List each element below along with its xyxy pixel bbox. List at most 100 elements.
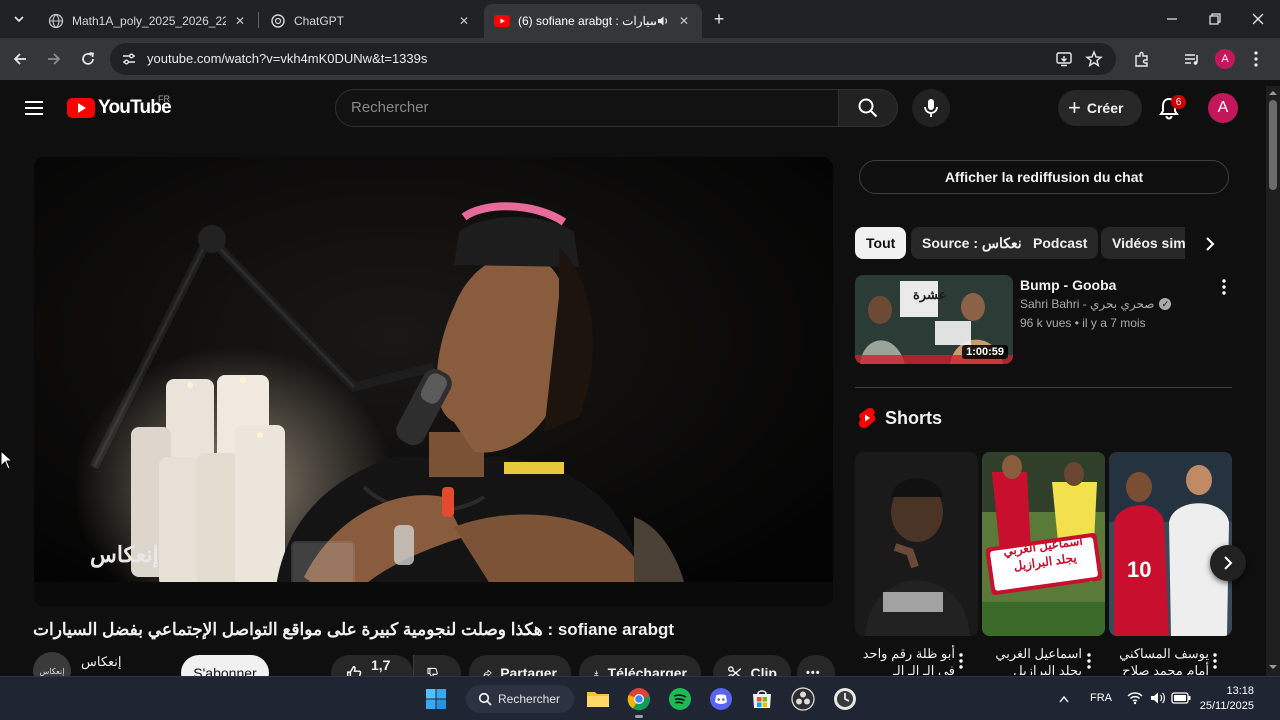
thumbnail-text: عشرة	[913, 287, 947, 302]
clock-time: 13:18	[1226, 685, 1254, 697]
tab-title: ChatGPT	[294, 14, 345, 28]
restore-icon[interactable]	[1204, 8, 1226, 30]
short-card-2[interactable]: اسماعيل الغربي يجلد البرازيل	[982, 452, 1105, 636]
shorts-title: Shorts	[885, 407, 943, 428]
section-divider	[855, 387, 1232, 388]
short-card-1[interactable]	[855, 452, 978, 636]
create-button[interactable]: + Créer	[1058, 90, 1142, 126]
youtube-logo[interactable]: YouTube	[67, 97, 172, 119]
taskbar-search[interactable]: Rechercher	[466, 685, 574, 713]
chrome-menu-icon[interactable]	[1245, 48, 1267, 70]
account-avatar[interactable]: A	[1208, 93, 1238, 123]
short-2-more-icon[interactable]	[1079, 649, 1099, 673]
plus-icon: +	[1068, 95, 1081, 120]
spotify-icon[interactable]	[666, 685, 694, 713]
video-watermark: إنعكاس	[90, 542, 159, 567]
create-label: Créer	[1086, 100, 1124, 116]
short-title-2[interactable]: اسماعيل الغربي يجلد البرازيل	[982, 645, 1082, 675]
scroll-thumb[interactable]	[1269, 100, 1277, 190]
chip-similar-videos[interactable]: Vidéos simi	[1101, 227, 1185, 259]
clock-app-icon[interactable]	[831, 685, 859, 713]
short-title-3[interactable]: يوسف المساكني أمام محمد صلاح	[1109, 645, 1209, 675]
store-icon[interactable]	[748, 685, 776, 713]
obs-icon[interactable]	[789, 685, 817, 713]
file-explorer-icon[interactable]	[584, 685, 612, 713]
page-scrollbar[interactable]	[1266, 86, 1280, 676]
scroll-down-icon[interactable]	[1266, 662, 1280, 672]
bookmark-star-icon[interactable]	[1085, 50, 1103, 68]
battery-icon[interactable]	[1171, 692, 1191, 704]
search-box[interactable]	[335, 89, 839, 127]
short-1-more-icon[interactable]	[951, 649, 971, 673]
recommendation-channel[interactable]: Sahri Bahri - صحري بحري ✓	[1020, 297, 1172, 311]
mouse-cursor-icon	[0, 450, 14, 470]
scroll-up-icon[interactable]	[1266, 88, 1280, 98]
chip-all[interactable]: Tout	[855, 227, 907, 259]
short-3-more-icon[interactable]	[1205, 649, 1225, 673]
region-code: FR	[158, 94, 170, 104]
minimize-icon[interactable]	[1161, 8, 1183, 30]
video-frame	[34, 157, 833, 606]
short-thumbnail-3: 10	[1109, 452, 1232, 636]
short-title-1[interactable]: أبو ظلة رقم واحد في الـ الـ الـ	[855, 645, 955, 675]
video-player[interactable]: إنعكاس	[34, 157, 833, 606]
tab-close-icon[interactable]: ✕	[232, 13, 248, 29]
tab-search-chevron-icon[interactable]	[8, 8, 30, 30]
new-tab-button[interactable]: +	[709, 9, 729, 29]
shorts-next-button[interactable]	[1210, 545, 1246, 581]
chrome-taskbar-icon[interactable]	[625, 685, 653, 713]
youtube-header: YouTube FR + Créer	[0, 80, 1280, 136]
wifi-icon[interactable]	[1127, 691, 1143, 705]
channel-name[interactable]: إنعكاس	[81, 654, 122, 670]
forward-arrow-icon[interactable]	[43, 48, 65, 70]
youtube-favicon-icon	[494, 15, 510, 27]
back-arrow-icon[interactable]	[9, 48, 31, 70]
search-icon	[478, 692, 492, 706]
chips-next-chevron-icon[interactable]	[1198, 232, 1222, 256]
site-settings-icon[interactable]	[121, 51, 137, 67]
install-app-icon[interactable]	[1055, 50, 1073, 68]
short-thumbnail-1	[855, 452, 978, 636]
chip-source[interactable]: Source : إنعكاس	[911, 227, 1037, 259]
menu-hamburger-icon[interactable]	[22, 96, 46, 120]
audio-playing-icon[interactable]	[656, 14, 670, 28]
chat-replay-button[interactable]: Afficher la rediffusion du chat	[859, 160, 1229, 194]
recommendation-thumbnail[interactable]: عشرة 1:00:59	[855, 275, 1013, 364]
recommendation-meta: 96 k vues • il y a 7 mois	[1020, 316, 1146, 330]
voice-search-button[interactable]	[912, 89, 950, 127]
address-bar[interactable]: youtube.com/watch?v=vkh4mK0DUNw&t=1339s	[110, 43, 1116, 75]
input-language[interactable]: FRA	[1090, 692, 1112, 704]
windows-start-icon[interactable]	[422, 685, 450, 713]
browser-tab-chatgpt[interactable]: ChatGPT ✕	[260, 4, 482, 38]
video-title: هكذا وصلت لنجومية كبيرة على مواقع التواص…	[33, 620, 675, 639]
youtube-play-icon	[67, 98, 95, 118]
tab-separator	[258, 12, 259, 28]
shorts-logo-icon	[859, 408, 876, 428]
browser-tab-youtube[interactable]: (6) sofiane arabgt : السيارات ✕	[484, 4, 702, 38]
taskbar-clock[interactable]: 13:18 25/11/2025	[1196, 684, 1254, 714]
browser-tab-bar: Math1A_poly_2025_2026_22-10 ✕ ChatGPT ✕ …	[0, 0, 1280, 38]
chatgpt-icon	[271, 14, 285, 28]
recommendation-more-icon[interactable]	[1214, 275, 1234, 299]
volume-icon[interactable]	[1150, 691, 1166, 705]
search-input[interactable]	[351, 99, 791, 116]
chip-podcast[interactable]: Podcast	[1022, 227, 1099, 259]
search-button[interactable]	[838, 89, 898, 127]
recommendation-title[interactable]: Bump - Gooba	[1020, 277, 1116, 293]
browser-tab-math[interactable]: Math1A_poly_2025_2026_22-10 ✕	[38, 4, 258, 38]
extensions-icon[interactable]	[1131, 48, 1153, 70]
discord-icon[interactable]	[707, 685, 735, 713]
close-window-icon[interactable]	[1247, 8, 1269, 30]
search-icon	[858, 98, 878, 118]
reload-icon[interactable]	[77, 48, 99, 70]
windows-taskbar: Rechercher FRA 13:18 25/11/2025	[0, 676, 1280, 720]
notification-count-badge: 6	[1171, 95, 1186, 109]
short-card-3[interactable]: 10	[1109, 452, 1232, 636]
video-duration: 1:00:59	[962, 345, 1008, 359]
media-controls-icon[interactable]	[1181, 48, 1203, 70]
tab-close-icon[interactable]: ✕	[456, 13, 472, 29]
show-hidden-icons-chevron-icon[interactable]	[1058, 694, 1070, 704]
chrome-profile-avatar[interactable]: A	[1215, 49, 1235, 69]
tab-close-icon[interactable]: ✕	[676, 13, 692, 29]
tab-title: Math1A_poly_2025_2026_22-10	[72, 14, 226, 28]
